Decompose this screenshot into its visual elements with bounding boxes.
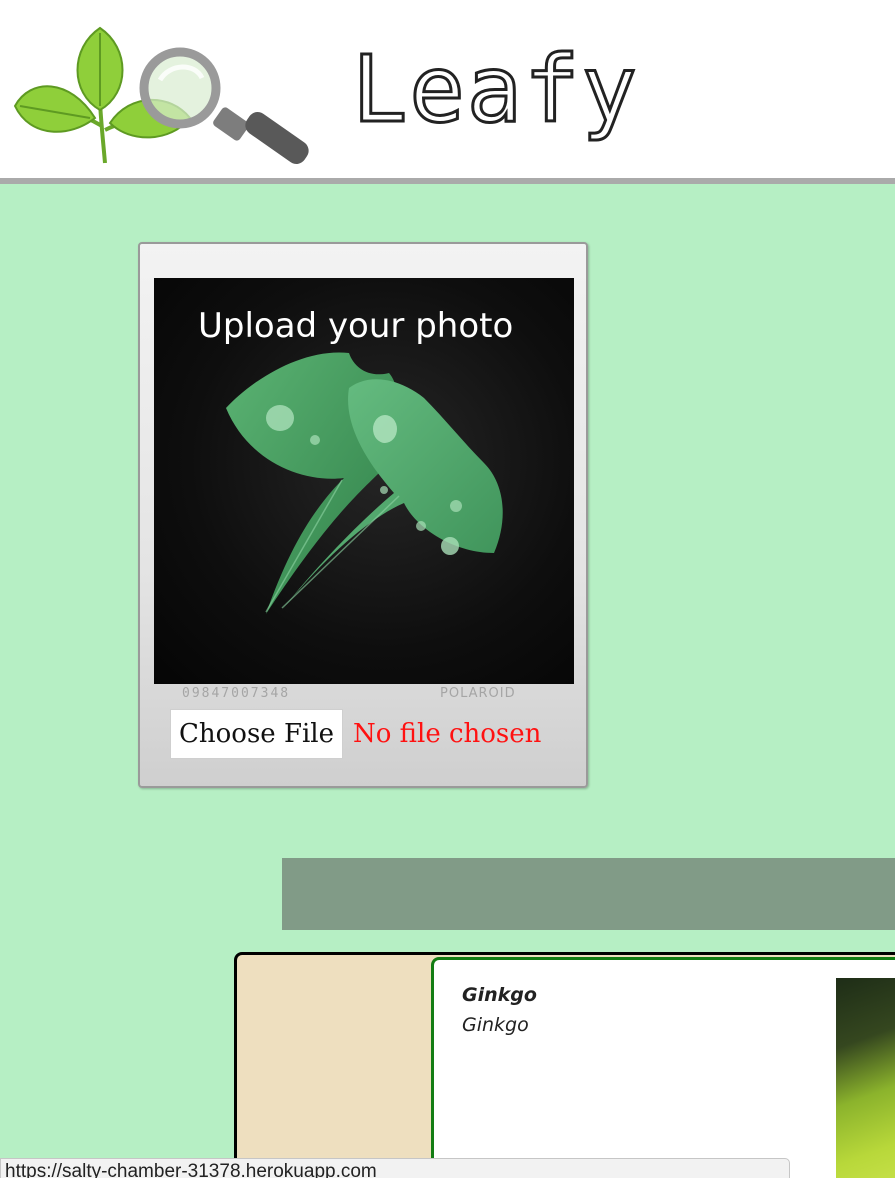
link-status-bar: https://salty-chamber-31378.herokuapp.co… — [0, 1158, 790, 1178]
logo-icon — [13, 26, 309, 164]
result-bar — [282, 858, 895, 930]
result-card[interactable]: Ginkgo Ginkgo — [234, 952, 895, 1178]
upload-polaroid: Upload your photo 09847007348 POLAROID C… — [138, 242, 588, 788]
plant-scientific-name: Ginkgo — [462, 1014, 529, 1036]
file-input[interactable]: Choose File No file chosen — [170, 708, 541, 760]
film-code: 09847007348 — [182, 686, 291, 701]
plant-thumbnail — [836, 978, 895, 1178]
leaf-magnifier-logo[interactable] — [10, 18, 315, 168]
file-status: No file chosen — [353, 719, 542, 749]
choose-file-button[interactable]: Choose File — [170, 709, 343, 759]
result-card-content: Ginkgo Ginkgo — [431, 957, 895, 1178]
upload-title: Upload your photo — [198, 306, 514, 346]
brand-title: Leafy — [351, 35, 639, 145]
site-header: Leafy — [0, 0, 895, 184]
film-brand: POLAROID — [440, 686, 516, 701]
plant-name: Ginkgo — [462, 984, 537, 1006]
